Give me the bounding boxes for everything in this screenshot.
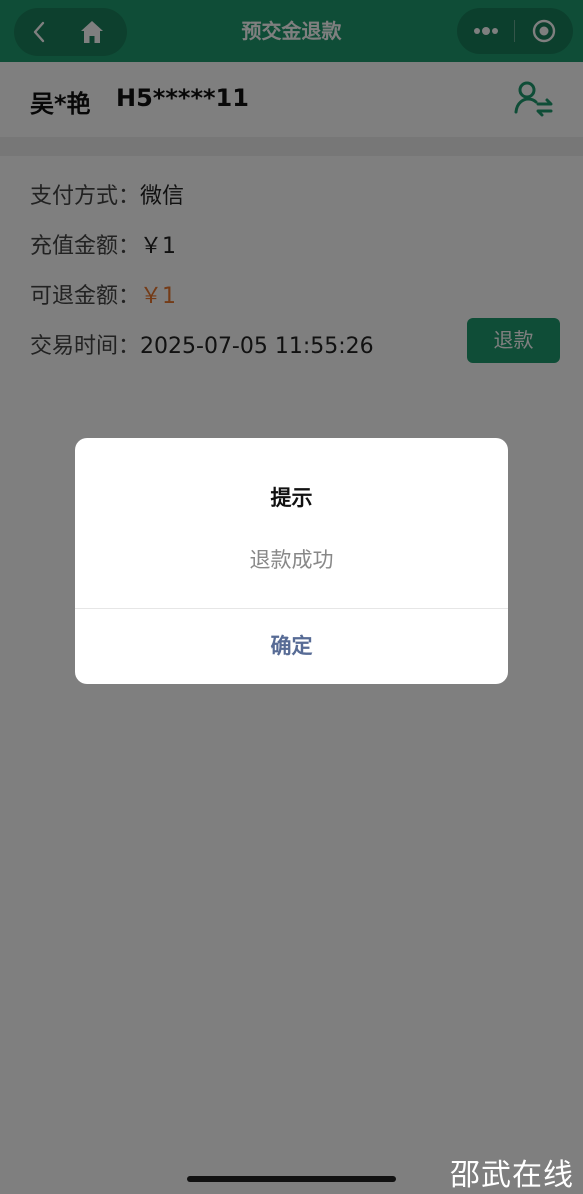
confirm-button[interactable]: 确定 [75,609,508,684]
watermark-text: 邵武在线 [450,1158,574,1193]
home-indicator[interactable] [187,1176,396,1182]
alert-dialog: 提示 退款成功 确定 [75,438,508,684]
dialog-message: 退款成功 [249,548,334,572]
dialog-title: 提示 [270,486,313,510]
